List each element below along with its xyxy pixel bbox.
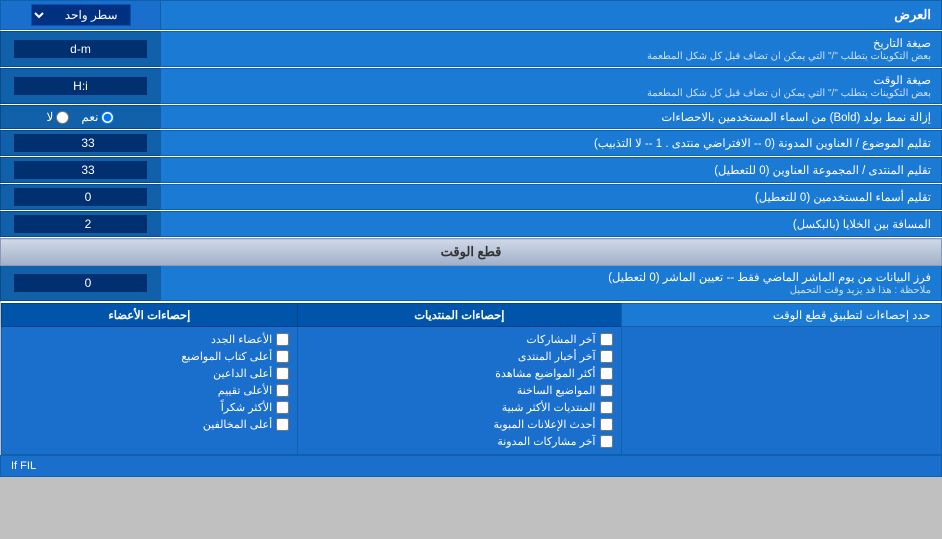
username-limit-label: تقليم أسماء المستخدمين (0 للتعطيل): [161, 185, 942, 210]
topic-title-limit-input[interactable]: [14, 134, 146, 152]
cut-data-input[interactable]: [14, 274, 146, 292]
bold-remove-row: إزالة نمط بولد (Bold) من اسماء المستخدمي…: [1, 106, 942, 129]
cb-forum-6[interactable]: أحدث الإعلانات المبوبة: [306, 416, 612, 433]
cb-member-2[interactable]: أعلى كتاب المواضيع: [10, 348, 290, 365]
limit-items-col: [621, 326, 941, 454]
username-limit-row: تقليم أسماء المستخدمين (0 للتعطيل): [1, 185, 942, 210]
radio-no-label[interactable]: لا: [47, 110, 70, 124]
cb-forum-5[interactable]: المنتديات الأكثر شبية: [306, 399, 612, 416]
bottom-text: If FIL: [1, 455, 942, 476]
cut-data-input-cell[interactable]: [1, 266, 161, 301]
forum-title-limit-input-cell[interactable]: [1, 158, 161, 183]
bold-remove-radio-cell[interactable]: نعم لا: [1, 106, 161, 129]
cb-forum-7[interactable]: آخر مشاركات المدونة: [306, 433, 612, 450]
forum-stats-col: آخر المشاركات آخر أخبار المنتدى أكثر الم…: [298, 326, 621, 454]
time-format-row: صيغة الوقت بعض التكوينات يتطلب "/" التي …: [1, 69, 942, 104]
checkbox-header-row: حدد إحصاءات لتطبيق قطع الوقت إحصاءات الم…: [1, 303, 942, 456]
page-title: العرض: [161, 1, 942, 30]
radio-yes-label[interactable]: نعم: [81, 110, 114, 124]
cell-distance-label: المسافة بين الخلايا (بالبكسل): [161, 212, 942, 237]
radio-yes[interactable]: [101, 111, 114, 124]
cb-forum-4[interactable]: المواضيع الساخنة: [306, 382, 612, 399]
time-format-input-cell[interactable]: [1, 69, 161, 104]
bottom-row: If FIL: [1, 455, 942, 476]
topic-title-limit-input-cell[interactable]: [1, 131, 161, 156]
dropdown-cell[interactable]: سطر واحد سطرين ثلاثة أسطر: [1, 1, 161, 30]
date-format-label: صيغة التاريخ بعض التكوينات يتطلب "/" الت…: [161, 32, 942, 67]
cell-distance-input[interactable]: [14, 215, 146, 233]
date-format-input-cell[interactable]: [1, 32, 161, 67]
forum-title-limit-row: تقليم المنتدى / المجموعة العناوين (0 للت…: [1, 158, 942, 183]
topic-title-limit-label: تقليم الموضوع / العناوين المدونة (0 -- ا…: [161, 131, 942, 156]
cb-forum-3[interactable]: أكثر المواضيع مشاهدة: [306, 365, 612, 382]
username-limit-input-cell[interactable]: [1, 185, 161, 210]
cut-data-row: فرز البيانات من يوم الماشر الماضي فقط --…: [1, 266, 942, 301]
radio-no[interactable]: [56, 111, 69, 124]
cb-member-3[interactable]: أعلى الداعين: [10, 365, 290, 382]
date-format-row: صيغة التاريخ بعض التكوينات يتطلب "/" الت…: [1, 32, 942, 67]
time-format-input[interactable]: [14, 77, 146, 95]
member-stats-header: إحصاءات الأعضاء: [1, 303, 298, 326]
cb-forum-1[interactable]: آخر المشاركات: [306, 331, 612, 348]
cb-member-4[interactable]: الأعلى تقييم: [10, 382, 290, 399]
limit-label-cell: حدد إحصاءات لتطبيق قطع الوقت: [621, 303, 941, 326]
display-dropdown[interactable]: سطر واحد سطرين ثلاثة أسطر: [31, 4, 131, 26]
time-format-label: صيغة الوقت بعض التكوينات يتطلب "/" التي …: [161, 69, 942, 104]
forum-title-limit-label: تقليم المنتدى / المجموعة العناوين (0 للت…: [161, 158, 942, 183]
cb-member-5[interactable]: الأكثر شكراً: [10, 399, 290, 416]
cut-section-header: قطع الوقت: [1, 239, 942, 266]
forum-stats-header: إحصاءات المنتديات: [298, 303, 621, 326]
date-format-input[interactable]: [14, 40, 146, 58]
bold-remove-label: إزالة نمط بولد (Bold) من اسماء المستخدمي…: [161, 106, 942, 129]
cb-member-1[interactable]: الأعضاء الجدد: [10, 331, 290, 348]
cut-section-header-row: قطع الوقت: [1, 239, 942, 266]
header-row: العرض سطر واحد سطرين ثلاثة أسطر: [1, 1, 942, 30]
cell-distance-input-cell[interactable]: [1, 212, 161, 237]
cell-distance-row: المسافة بين الخلايا (بالبكسل): [1, 212, 942, 237]
cb-member-6[interactable]: أعلى المخالفين: [10, 416, 290, 433]
member-stats-col: الأعضاء الجدد أعلى كتاب المواضيع أعلى ال…: [1, 326, 298, 454]
username-limit-input[interactable]: [14, 188, 146, 206]
forum-title-limit-input[interactable]: [14, 161, 146, 179]
cut-data-label: فرز البيانات من يوم الماشر الماضي فقط --…: [161, 266, 942, 301]
topic-title-limit-row: تقليم الموضوع / العناوين المدونة (0 -- ا…: [1, 131, 942, 156]
cb-forum-2[interactable]: آخر أخبار المنتدى: [306, 348, 612, 365]
